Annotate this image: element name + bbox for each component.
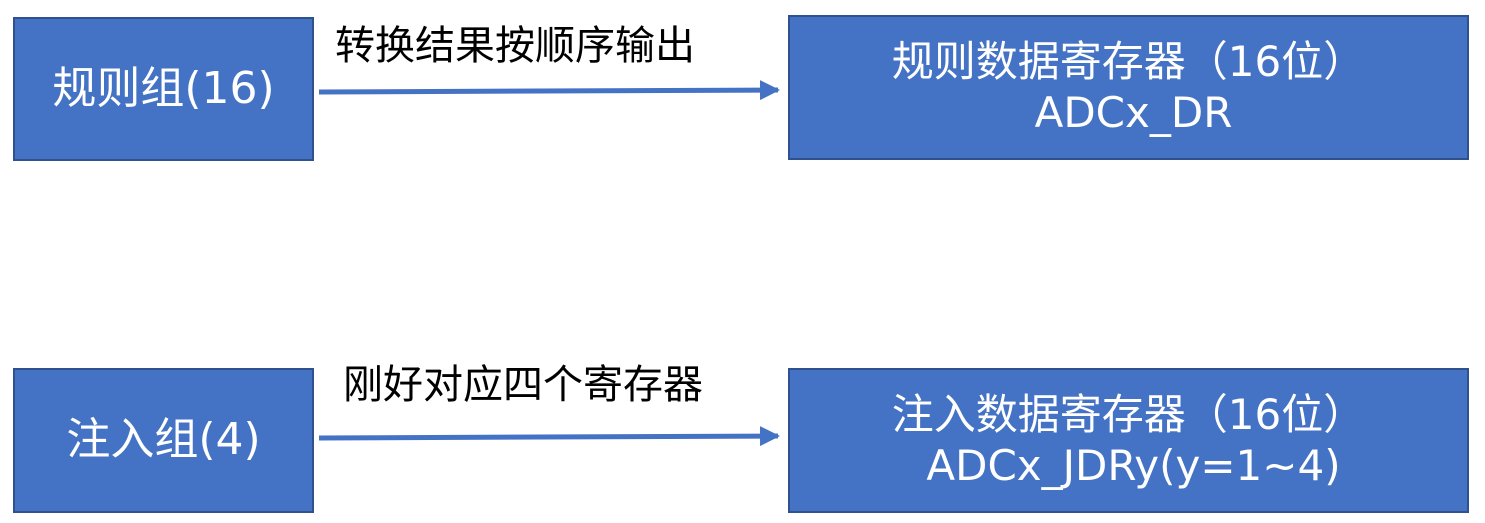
injected-output-arrow <box>318 426 780 447</box>
connector-arrows <box>318 80 780 447</box>
regular-output-arrow <box>318 80 780 101</box>
